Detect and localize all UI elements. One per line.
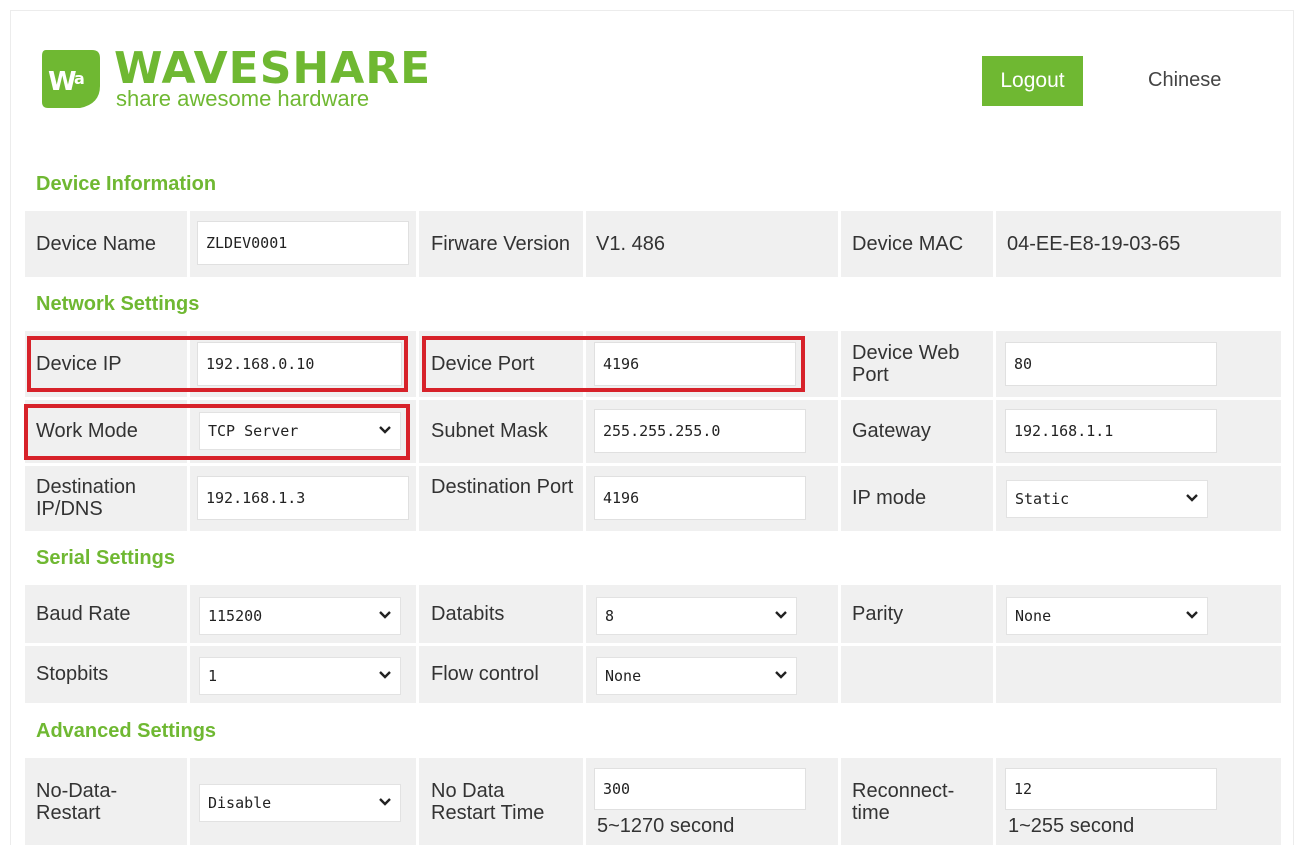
divider — [187, 211, 190, 277]
subnet-mask-input[interactable] — [594, 409, 806, 453]
section-title-device-info: Device Information — [36, 173, 217, 195]
stopbits-select[interactable]: 1 — [199, 657, 401, 695]
config-page: W a WAVESHARE share awesome hardware Log… — [0, 0, 1296, 845]
device-name-label: Device Name — [36, 233, 157, 255]
highlight-box-device-ip — [27, 336, 408, 392]
firmware-version-label: Firware Version — [431, 233, 570, 255]
divider — [416, 758, 419, 845]
logout-button[interactable]: Logout — [982, 56, 1083, 106]
chevron-down-icon — [379, 671, 391, 679]
destination-ip-label: Destination IP/DNS — [36, 476, 137, 520]
divider — [25, 463, 1281, 466]
divider — [838, 211, 841, 277]
language-link-chinese[interactable]: Chinese — [1148, 68, 1221, 92]
divider — [416, 585, 419, 703]
gateway-input[interactable] — [1005, 409, 1217, 453]
divider — [583, 758, 586, 845]
ip-mode-value: Static — [1015, 490, 1070, 508]
reconnect-time-label: Reconnect-time — [852, 780, 955, 824]
section-title-advanced: Advanced Settings — [36, 720, 217, 742]
device-web-port-input[interactable] — [1005, 342, 1217, 386]
stopbits-value: 1 — [208, 667, 218, 685]
waveshare-logo: W a WAVESHARE share awesome hardware — [40, 43, 430, 116]
gateway-label: Gateway — [852, 420, 931, 442]
highlight-box-work-mode — [24, 404, 410, 460]
divider — [416, 331, 419, 531]
subnet-mask-label: Subnet Mask — [431, 420, 548, 442]
section-title-network: Network Settings — [36, 293, 200, 315]
no-data-restart-select[interactable]: Disable — [199, 784, 401, 822]
destination-port-label: Destination Port — [431, 476, 574, 498]
divider — [993, 331, 996, 531]
databits-value: 8 — [605, 607, 615, 625]
flow-control-value: None — [605, 667, 642, 685]
parity-label: Parity — [852, 603, 904, 625]
divider — [583, 585, 586, 703]
waveshare-logo-icon: W a — [42, 50, 100, 108]
destination-ip-input[interactable] — [197, 476, 409, 520]
baud-rate-select[interactable]: 115200 — [199, 597, 401, 635]
divider — [187, 585, 190, 703]
divider — [838, 758, 841, 845]
highlight-box-device-port — [422, 336, 805, 392]
reconnect-time-input[interactable] — [1005, 768, 1217, 810]
databits-label: Databits — [431, 603, 505, 625]
divider — [838, 331, 841, 531]
flow-control-label: Flow control — [431, 663, 539, 685]
reconnect-time-hint: 1~255 second — [1008, 815, 1135, 837]
restart-time-hint: 5~1270 second — [597, 815, 735, 837]
no-data-restart-label: No-Data-Restart — [36, 780, 118, 824]
ip-mode-select[interactable]: Static — [1006, 480, 1208, 518]
baud-rate-label: Baud Rate — [36, 603, 131, 625]
divider — [25, 643, 1281, 646]
parity-value: None — [1015, 607, 1052, 625]
divider — [25, 397, 1281, 400]
restart-time-input[interactable] — [594, 768, 806, 810]
svg-text:a: a — [74, 69, 85, 88]
no-data-restart-value: Disable — [208, 794, 272, 812]
chevron-down-icon — [379, 611, 391, 619]
chevron-down-icon — [1186, 611, 1198, 619]
device-mac-label: Device MAC — [852, 233, 964, 255]
firmware-version-value: V1. 486 — [596, 233, 665, 255]
divider — [838, 585, 841, 703]
parity-select[interactable]: None — [1006, 597, 1208, 635]
baud-rate-value: 115200 — [208, 607, 263, 625]
destination-port-input[interactable] — [594, 476, 806, 520]
ip-mode-label: IP mode — [852, 487, 927, 509]
chevron-down-icon — [1186, 494, 1198, 502]
device-web-port-label: Device Web Port — [852, 342, 960, 386]
device-mac-value: 04-EE-E8-19-03-65 — [1007, 233, 1181, 255]
stopbits-label: Stopbits — [36, 663, 109, 685]
databits-select[interactable]: 8 — [596, 597, 797, 635]
divider — [416, 211, 419, 277]
logo-tagline: share awesome hardware — [116, 86, 370, 111]
chevron-down-icon — [775, 611, 787, 619]
divider — [583, 211, 586, 277]
divider — [993, 211, 996, 277]
section-title-serial: Serial Settings — [36, 547, 175, 569]
device-name-input[interactable] — [197, 221, 409, 265]
chevron-down-icon — [775, 671, 787, 679]
divider — [993, 585, 996, 703]
restart-time-label: No Data Restart Time — [431, 780, 545, 824]
svg-text:W: W — [48, 67, 77, 97]
chevron-down-icon — [379, 798, 391, 806]
flow-control-select[interactable]: None — [596, 657, 797, 695]
divider — [993, 758, 996, 845]
divider — [187, 758, 190, 845]
